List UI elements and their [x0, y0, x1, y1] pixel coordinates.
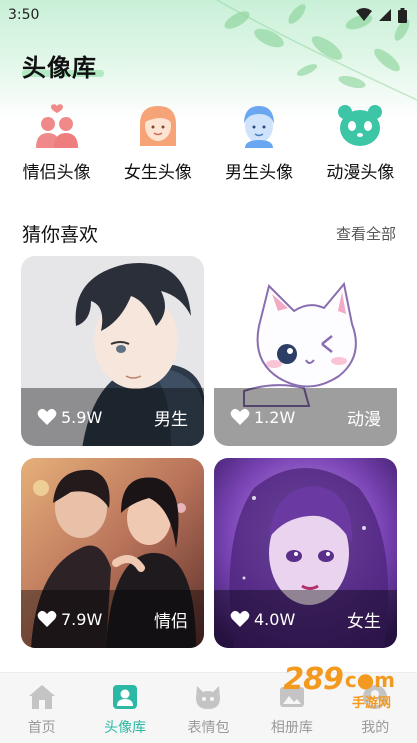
category-girl[interactable]: 女生头像 [109, 100, 207, 190]
card-info-bar: 4.0W 女生 [214, 590, 397, 648]
category-anime[interactable]: 动漫头像 [311, 100, 409, 190]
nav-label: 首页 [27, 720, 56, 736]
category-row: 情侣头像 女生头像 男生头像 动漫头像 [0, 100, 417, 190]
card-info-bar: 5.9W 男生 [21, 388, 204, 446]
battery-icon [398, 7, 407, 23]
nav-label: 我的 [361, 720, 390, 736]
likes-value: 5.9W [61, 407, 103, 427]
category-label: 情侣头像 [22, 163, 91, 183]
signal-icon [379, 9, 391, 21]
watermark-subtitle: 手游网 [351, 696, 391, 711]
likes-count: 7.9W [37, 610, 102, 629]
nav-home[interactable]: 首页 [2, 683, 82, 737]
nav-label: 相册库 [270, 720, 313, 736]
status-time: 3:50 [8, 7, 40, 23]
likes-count: 5.9W [37, 408, 102, 427]
category-boy[interactable]: 男生头像 [210, 100, 308, 190]
category-label: 女生头像 [123, 163, 192, 183]
likes-value: 7.9W [61, 609, 103, 629]
status-bar: 3:50 [0, 0, 417, 30]
card-info-bar: 7.9W 情侣 [21, 590, 204, 648]
nav-label: 表情包 [187, 720, 230, 736]
heart-icon [37, 610, 57, 627]
likes-value: 4.0W [254, 609, 296, 629]
heart-icon [230, 610, 250, 627]
site-watermark: 289 c●m 手游网 [283, 662, 395, 711]
page-title: 头像库 [22, 54, 97, 82]
avatar-card[interactable]: 5.9W 男生 [21, 256, 204, 446]
card-info-bar: 1.2W 动漫 [214, 388, 397, 446]
card-tag: 女生 [347, 611, 381, 632]
nav-emoji[interactable]: 表情包 [168, 683, 248, 737]
girl-icon [132, 100, 184, 152]
likes-count: 1.2W [230, 408, 295, 427]
emoji-icon [194, 683, 222, 711]
see-all-link[interactable]: 查看全部 [336, 223, 396, 244]
avatar-card[interactable]: 7.9W 情侣 [21, 458, 204, 648]
card-tag: 男生 [154, 409, 188, 430]
avatar-card[interactable]: 1.2W 动漫 [214, 256, 397, 446]
panda-icon [334, 100, 386, 152]
avatar-grid: 5.9W 男生 1.2W 动漫 7.9W 情侣 4.0W 女生 [21, 256, 397, 648]
avatar-card[interactable]: 4.0W 女生 [214, 458, 397, 648]
watermark-number: 289 [283, 662, 344, 697]
watermark-suffix: c●m [344, 667, 395, 692]
avatar-library-icon [111, 683, 139, 711]
card-tag: 动漫 [347, 409, 381, 430]
likes-count: 4.0W [230, 610, 295, 629]
recommend-section-header: 猜你喜欢 查看全部 [22, 220, 396, 247]
heart-icon [230, 408, 250, 425]
category-label: 男生头像 [225, 163, 294, 183]
category-label: 动漫头像 [326, 163, 395, 183]
section-title: 猜你喜欢 [22, 224, 99, 246]
wifi-icon [356, 8, 372, 21]
couple-icon [31, 100, 83, 152]
nav-label: 头像库 [104, 720, 147, 736]
home-icon [28, 683, 56, 711]
nav-avatar-library[interactable]: 头像库 [85, 683, 165, 737]
likes-value: 1.2W [254, 407, 296, 427]
boy-icon [233, 100, 285, 152]
category-couple[interactable]: 情侣头像 [8, 100, 106, 190]
heart-icon [37, 408, 57, 425]
card-tag: 情侣 [154, 611, 188, 632]
